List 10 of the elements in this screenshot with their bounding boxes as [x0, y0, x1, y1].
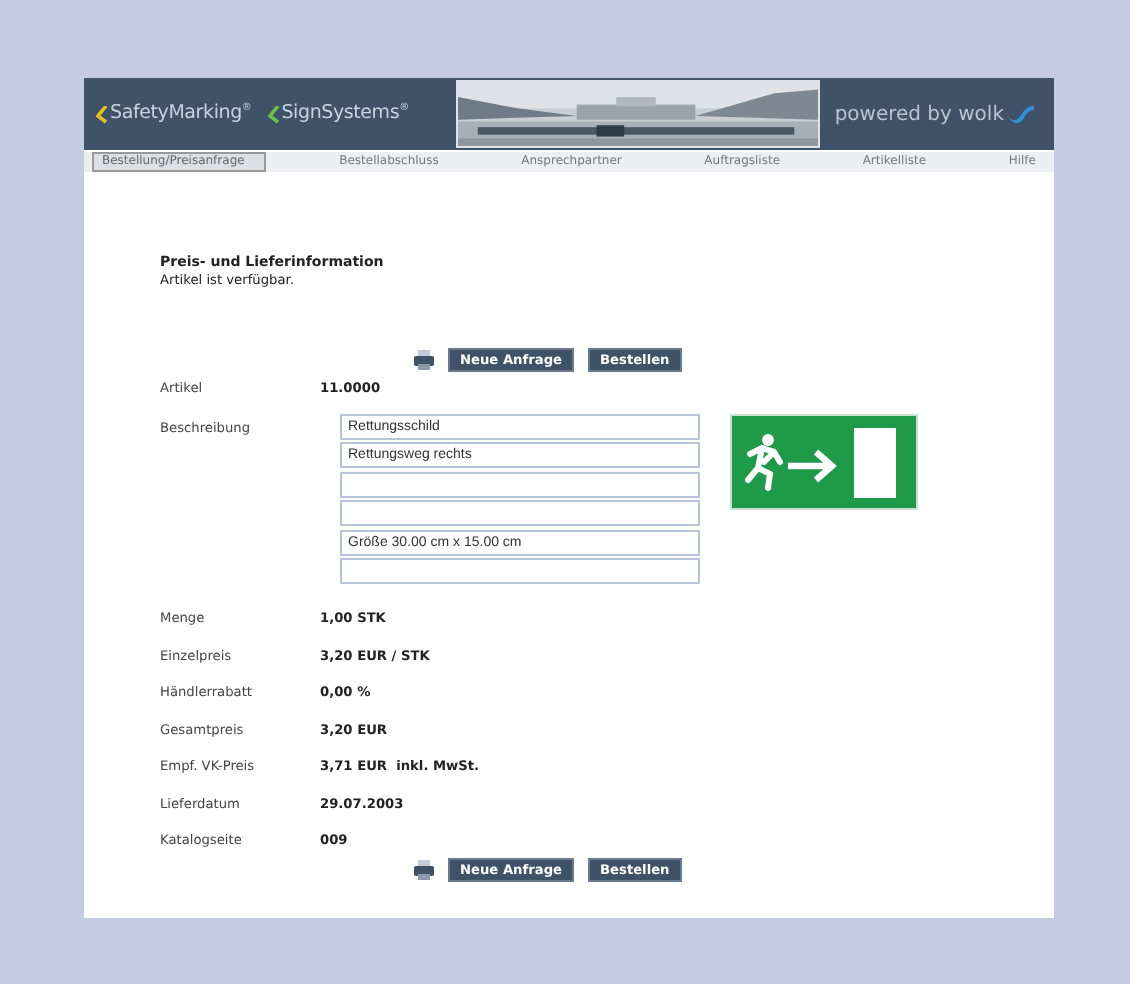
- brand-name: SignSystems$^{®}$: [281, 102, 409, 126]
- input-field[interactable]: [340, 471, 700, 497]
- powered-by-text: powered by wolk: [834, 103, 1004, 125]
- exit-sign-icon: [730, 413, 918, 509]
- brand-name: SafetyMarking$^{®}$: [110, 102, 252, 126]
- printer-icon[interactable]: [414, 860, 434, 880]
- input-field[interactable]: [340, 500, 700, 526]
- wave-logo-icon: [1006, 102, 1034, 126]
- printer-icon[interactable]: [414, 349, 434, 369]
- input-field[interactable]: [340, 558, 700, 584]
